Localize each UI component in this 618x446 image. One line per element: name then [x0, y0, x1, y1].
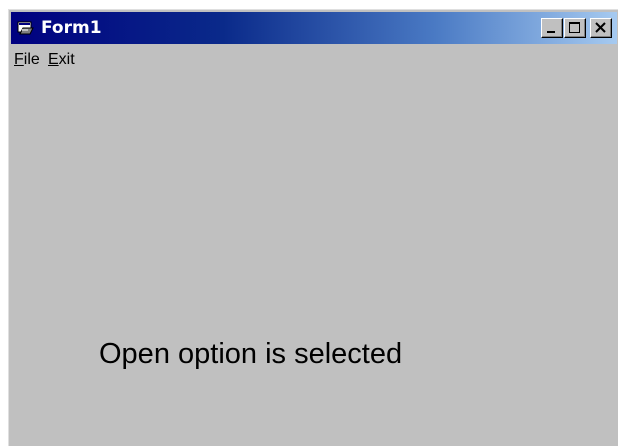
minimize-button[interactable] — [541, 18, 563, 38]
menu-file-accelerator: F — [14, 51, 24, 68]
close-icon — [595, 22, 606, 33]
maximize-icon — [569, 22, 580, 33]
minimize-icon — [547, 31, 555, 33]
menu-exit[interactable]: Exit — [48, 50, 75, 70]
form-window: Form1 File Exit Open option is selected — [8, 9, 618, 446]
window-title: Form1 — [41, 18, 102, 38]
menu-file-label: ile — [23, 51, 40, 68]
menu-exit-accelerator: E — [48, 51, 59, 68]
menu-exit-label: xit — [58, 51, 75, 68]
menu-bar: File Exit — [11, 46, 617, 72]
menu-file[interactable]: File — [14, 50, 40, 70]
status-label: Open option is selected — [99, 338, 403, 370]
form-app-icon[interactable] — [17, 20, 35, 36]
close-button[interactable] — [590, 18, 612, 38]
maximize-button[interactable] — [564, 18, 586, 38]
title-bar[interactable]: Form1 — [11, 12, 617, 44]
